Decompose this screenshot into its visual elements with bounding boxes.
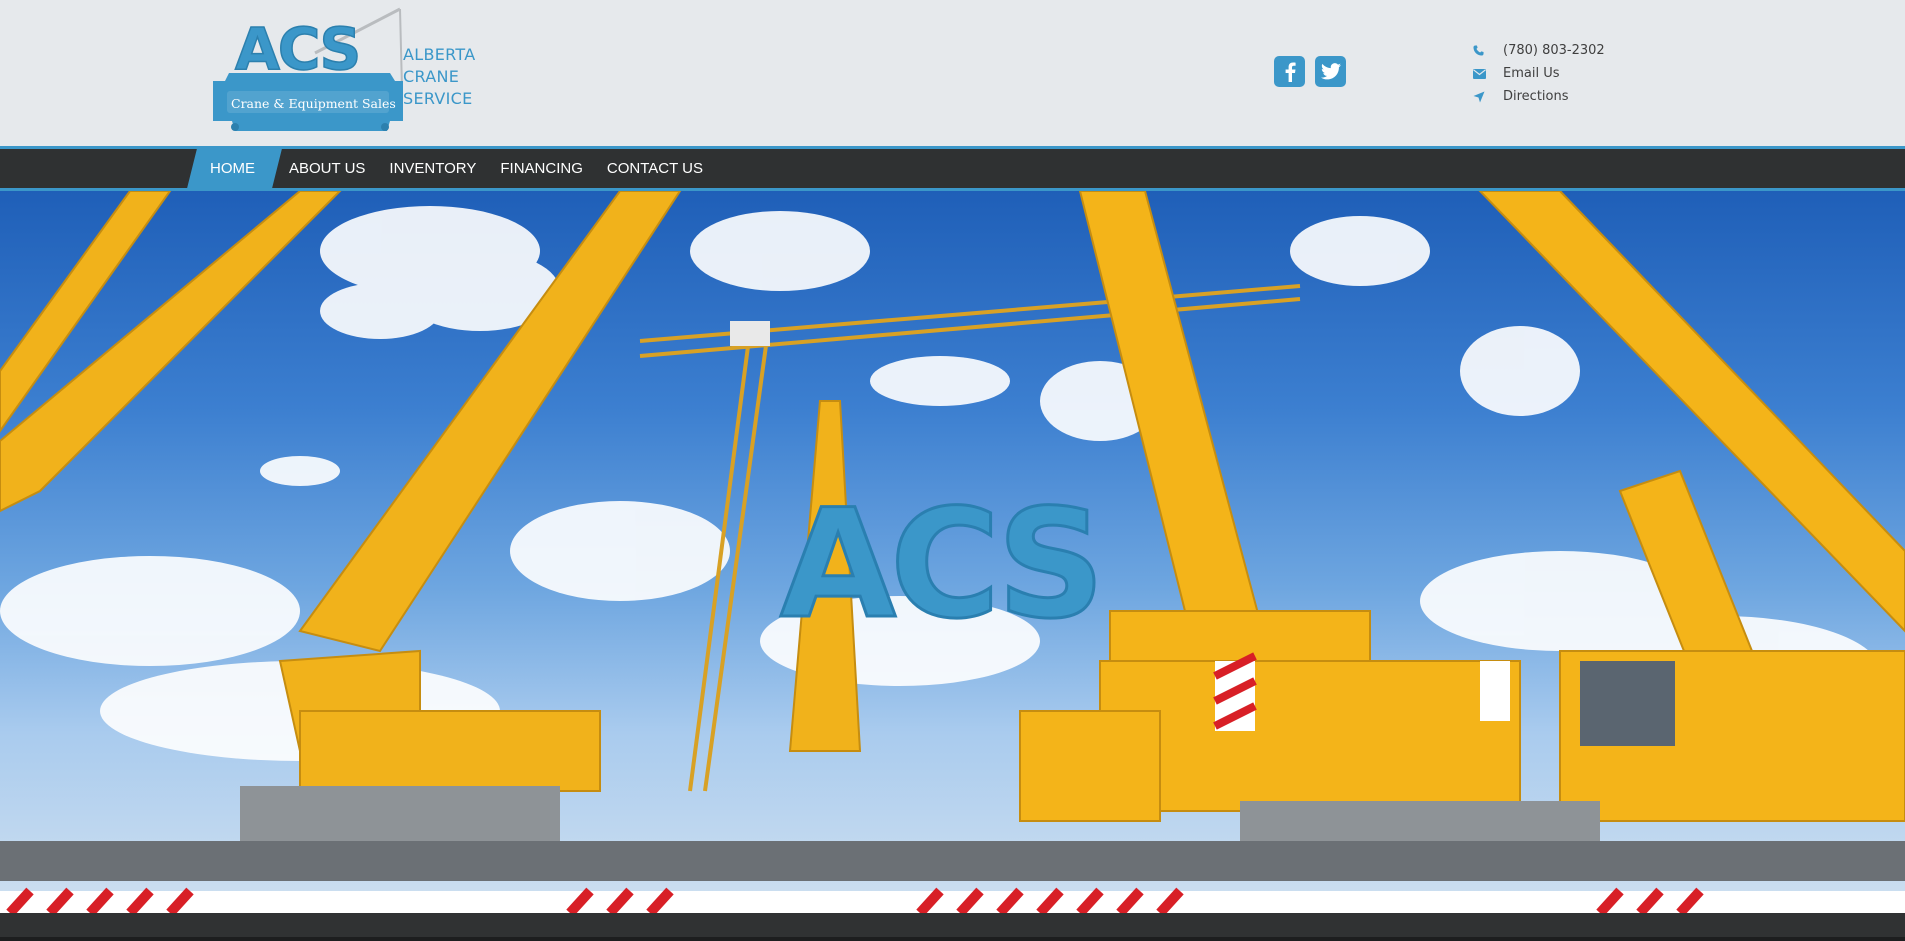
nav-item-label: INVENTORY	[389, 160, 477, 177]
nav-item-label: FINANCING	[500, 160, 583, 177]
brand-name-line-2: CRANE	[403, 67, 460, 86]
nav-item-label: HOME	[210, 160, 255, 177]
nav-item-label: CONTACT US	[606, 160, 703, 177]
phone-icon	[1473, 45, 1503, 56]
logo-subtitle: Crane & Equipment Sales	[231, 96, 396, 111]
logo-letters: ACS	[235, 15, 359, 83]
site-header: ACS Crane & Equipment Sales ALBERTA CRAN…	[0, 0, 1905, 146]
contact-info: (780) 803-2302 Email Us Directions	[1473, 39, 1605, 108]
hero-banner: ACS	[0, 191, 1905, 913]
directions-link[interactable]: Directions	[1503, 89, 1569, 104]
crane-yard-photo: ACS	[0, 191, 1905, 913]
facebook-icon	[1285, 62, 1296, 82]
envelope-icon	[1473, 68, 1503, 79]
twitter-icon	[1320, 63, 1341, 80]
brand-name-line-3: SERVICE	[403, 89, 473, 108]
phone-number: (780) 803-2302	[1503, 43, 1605, 58]
directions-row[interactable]: Directions	[1473, 85, 1605, 108]
nav-item-financing[interactable]: FINANCING	[488, 149, 595, 188]
nav-item-about-us[interactable]: ABOUT US	[277, 149, 377, 188]
divider	[0, 937, 1905, 941]
phone-row[interactable]: (780) 803-2302	[1473, 39, 1605, 62]
page-section-strip	[0, 913, 1905, 941]
facebook-button[interactable]	[1274, 56, 1305, 87]
main-navigation: HOME ABOUT US INVENTORY FINANCING CONTAC…	[0, 146, 1905, 191]
brand-name: ALBERTA CRANE SERVICE	[403, 44, 475, 110]
social-links	[1274, 56, 1346, 87]
location-arrow-icon	[1473, 91, 1503, 103]
brand-name-line-1: ALBERTA	[403, 45, 476, 64]
nav-menu: HOME ABOUT US INVENTORY FINANCING CONTAC…	[192, 149, 715, 188]
nav-item-inventory[interactable]: INVENTORY	[377, 149, 488, 188]
hero-acs-logo: ACS	[779, 477, 1107, 654]
nav-item-label: ABOUT US	[289, 160, 366, 177]
email-row[interactable]: Email Us	[1473, 62, 1605, 85]
email-link[interactable]: Email Us	[1503, 66, 1560, 81]
nav-item-home[interactable]: HOME	[192, 149, 277, 188]
hero-logo-letters: ACS	[780, 478, 1099, 652]
nav-item-contact-us[interactable]: CONTACT US	[595, 149, 715, 188]
twitter-button[interactable]	[1315, 56, 1346, 87]
